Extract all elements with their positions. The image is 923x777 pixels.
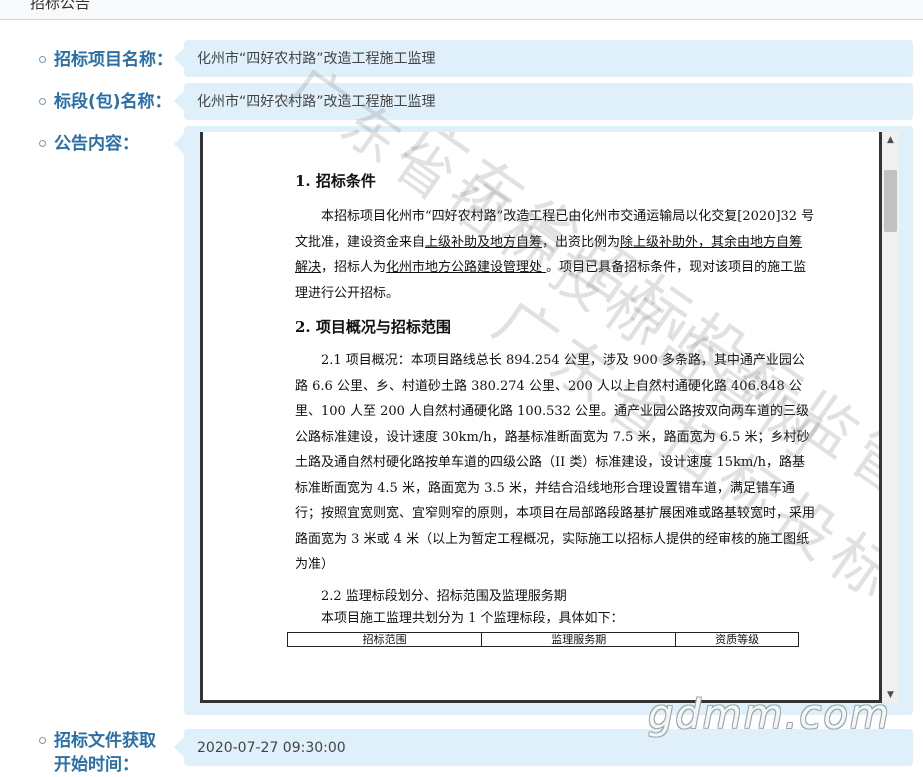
section-name-field: 化州市“四好农村路”改造工程施工监理 (174, 83, 913, 120)
table-header-qualification: 资质等级 (675, 631, 799, 647)
doc-underlined-text: 化州市地方公路建设管理处 (386, 260, 547, 275)
table-header-row: 招标范围 监理服务期 资质等级 (286, 631, 799, 647)
table-header-service-period: 监理服务期 (481, 631, 677, 647)
section-name-label: 标段(包)名称： (54, 92, 172, 112)
scroll-thumb[interactable] (884, 170, 897, 232)
doc-text: ，出资比例为 (542, 234, 621, 250)
section-name-value: 化州市“四好农村路”改造工程施工监理 (197, 94, 436, 110)
doc-heading-2: 2. 项目概况与招标范围 (295, 318, 451, 336)
doc-start-time-label-line1: 招标文件获取 (54, 731, 156, 751)
doc-start-time-label: 招标文件获取 开始时间： (54, 729, 156, 777)
doc-start-time-value: 2020-07-27 09:30:00 (197, 740, 346, 756)
project-name-label: 招标项目名称： (54, 50, 173, 70)
doc-paragraph-2: 2.1 项目概况：本项目路线总长 894.254 公里，涉及 900 多条路，其… (295, 353, 816, 572)
doc-heading-1: 1. 招标条件 (295, 172, 376, 190)
bullet-icon (39, 140, 46, 147)
section-header: 招标公告 (0, 0, 923, 20)
document-scrollbar[interactable]: ▲ ▼ (882, 132, 899, 703)
project-name-value: 化州市“四好农村路”改造工程施工监理 (197, 51, 436, 67)
doc-paragraph-3: 2.2 监理标段划分、招标范围及监理服务期 (321, 588, 567, 604)
doc-underlined-text: 上级补助及地方自筹 (425, 234, 543, 250)
document-page: 1. 招标条件 本招标项目化州市“四好农村路”改造工程已由化州市交通运输局以化交… (286, 170, 816, 647)
table-header-scope: 招标范围 (286, 631, 483, 647)
scroll-up-icon[interactable]: ▲ (882, 132, 899, 148)
document-viewer[interactable]: 1. 招标条件 本招标项目化州市“四好农村路”改造工程已由化州市交通运输局以化交… (200, 132, 882, 703)
bullet-icon (39, 737, 46, 744)
doc-text: ，招标人为 (321, 260, 387, 275)
bullet-icon (39, 56, 46, 63)
doc-start-time-label-line2: 开始时间： (54, 755, 139, 775)
site-watermark-logo: gdmm.com (648, 692, 891, 738)
doc-paragraph-4: 本项目施工监理共划分为 1 个监理标段，具体如下： (321, 610, 624, 626)
project-name-field: 化州市“四好农村路”改造工程施工监理 (174, 40, 913, 77)
bid-table: 招标范围 监理服务期 资质等级 (286, 631, 799, 647)
section-title: 招标公告 (30, 0, 91, 12)
bullet-icon (39, 98, 46, 105)
notice-content-label: 公告内容： (54, 134, 139, 154)
doc-paragraph-1: 本招标项目化州市“四好农村路”改造工程已由化州市交通运输局以化交复[2020]3… (295, 204, 815, 306)
